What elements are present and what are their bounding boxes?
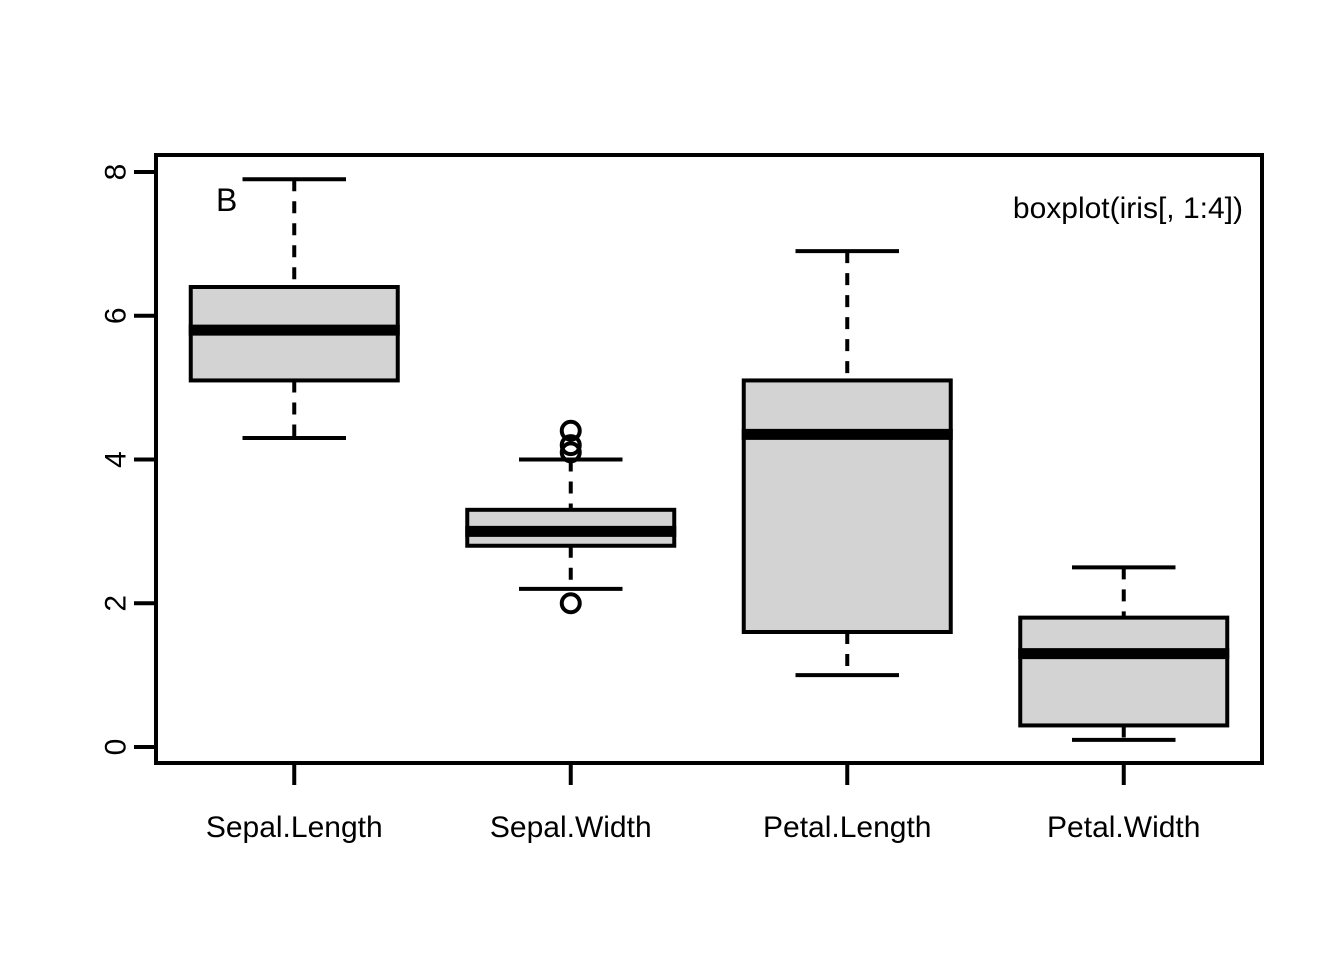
x-axis-category-label: Sepal.Width bbox=[490, 811, 652, 844]
box-iqr-rect bbox=[741, 378, 953, 634]
x-axis-category-label: Sepal.Length bbox=[206, 811, 383, 844]
boxplot-figure: 0 2 4 6 8 Sepal.Length Sepal.Width Petal.Lengt… bbox=[0, 0, 1344, 960]
y-axis-tick-label: 0 bbox=[100, 739, 133, 756]
panel-label: B bbox=[216, 182, 237, 218]
chart-canvas: 0 2 4 6 8 Sepal.Length Sepal.Width Petal.Lengt… bbox=[0, 0, 1344, 960]
code-annotation: boxplot(iris[, 1:4]) bbox=[1013, 192, 1243, 225]
y-axis-tick-label: 4 bbox=[100, 451, 133, 468]
box-iqr-rect bbox=[1018, 615, 1230, 728]
x-axis-category-label: Petal.Length bbox=[763, 811, 931, 844]
y-axis-tick-label: 8 bbox=[100, 164, 133, 181]
y-axis-tick-label: 6 bbox=[100, 307, 133, 324]
y-axis-tick-label: 2 bbox=[100, 595, 133, 612]
x-axis-category-label: Petal.Width bbox=[1047, 811, 1200, 844]
